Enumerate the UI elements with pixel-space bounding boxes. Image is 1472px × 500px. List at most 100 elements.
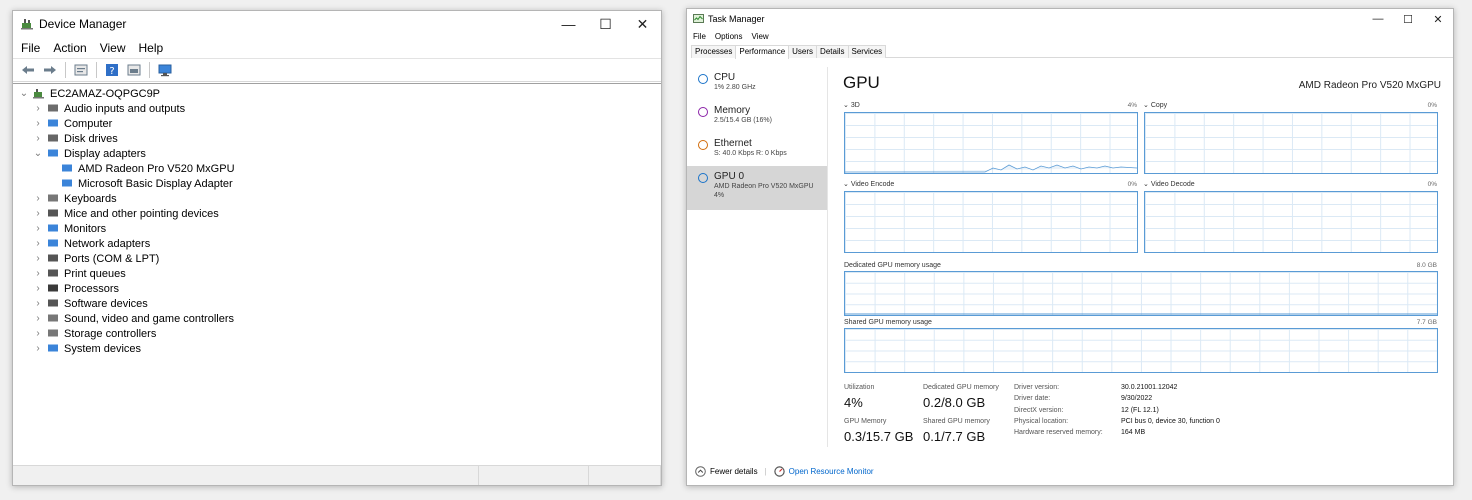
tree-device[interactable]: Microsoft Basic Display Adapter	[13, 176, 661, 191]
tree-category[interactable]: › Processors	[13, 281, 661, 296]
tm-minimize-button[interactable]: —	[1363, 9, 1393, 29]
graph-video-encode-label[interactable]: ⌄ Video Encode	[843, 180, 894, 188]
gpu-model-name: AMD Radeon Pro V520 MxGPU	[1298, 80, 1441, 91]
chevron-up-circle-icon[interactable]	[695, 465, 706, 477]
graph-copy-label[interactable]: ⌄ Copy	[1143, 101, 1167, 109]
chevron-right-icon[interactable]: ›	[33, 283, 43, 294]
sidebar-item-gpu0[interactable]: GPU 0 AMD Radeon Pro V520 MxGPU 4%	[687, 166, 827, 210]
tree-category-label: Software devices	[64, 297, 148, 310]
chevron-right-icon[interactable]: ›	[33, 133, 43, 144]
tm-menu-file[interactable]: File	[693, 32, 706, 41]
tree-category[interactable]: › System devices	[13, 341, 661, 356]
chevron-right-icon[interactable]: ›	[33, 328, 43, 339]
performance-sidebar: CPU 1% 2.80 GHz Memory 2.5/15.4 GB (16%)…	[687, 67, 828, 447]
tree-category[interactable]: › Print queues	[13, 266, 661, 281]
detail-value: 12 (FL 12.1)	[1121, 407, 1159, 414]
dm-close-button[interactable]: ✕	[624, 11, 661, 37]
dm-maximize-button[interactable]: ☐	[587, 11, 624, 37]
properties-icon[interactable]	[72, 61, 90, 79]
dm-menu-view[interactable]: View	[100, 41, 126, 55]
ethernet-indicator-icon	[698, 140, 708, 150]
tree-category-label: Display adapters	[64, 147, 146, 160]
chevron-right-icon[interactable]: ›	[33, 223, 43, 234]
chevron-right-icon[interactable]: ›	[33, 103, 43, 114]
tree-root[interactable]: ⌄ EC2AMAZ-OQPGC9P	[13, 86, 661, 101]
tree-category[interactable]: › Storage controllers	[13, 326, 661, 341]
graph-3d-label[interactable]: ⌄ 3D	[843, 101, 860, 109]
dedicated-memory-line	[845, 313, 1437, 315]
chevron-right-icon[interactable]: ›	[33, 298, 43, 309]
chevron-right-icon[interactable]: ›	[33, 208, 43, 219]
dm-minimize-button[interactable]: —	[550, 11, 587, 37]
tree-category[interactable]: › Network adapters	[13, 236, 661, 251]
toolbar-separator	[65, 62, 66, 78]
dm-titlebar[interactable]: Device Manager — ☐ ✕	[13, 11, 661, 37]
tree-device-label: Microsoft Basic Display Adapter	[78, 177, 233, 190]
chevron-right-icon[interactable]: ›	[33, 238, 43, 249]
chevron-right-icon[interactable]: ›	[33, 193, 43, 204]
dedicated-gpu-memory-label: Dedicated GPU memory	[923, 384, 999, 391]
back-icon[interactable]	[19, 61, 37, 79]
open-resource-monitor-link[interactable]: Open Resource Monitor	[789, 467, 874, 476]
tree-category[interactable]: › Software devices	[13, 296, 661, 311]
chevron-down-icon[interactable]: ⌄	[19, 88, 29, 99]
tm-menu-options[interactable]: Options	[715, 32, 743, 41]
detail-key: Physical location:	[1014, 418, 1069, 425]
tab-users[interactable]: Users	[788, 45, 818, 58]
detail-key: Driver version:	[1014, 384, 1060, 391]
tm-maximize-button[interactable]: ☐	[1393, 9, 1423, 29]
tab-performance[interactable]: Performance	[735, 45, 790, 59]
tab-processes[interactable]: Processes	[691, 45, 737, 58]
gpu-indicator-icon	[698, 173, 708, 183]
tree-category[interactable]: › Computer	[13, 116, 661, 131]
chevron-right-icon[interactable]: ›	[33, 343, 43, 354]
graph-video-encode	[844, 191, 1138, 253]
memory-indicator-icon	[698, 107, 708, 117]
dm-toolbar: ?	[13, 58, 661, 82]
utilization-label: Utilization	[844, 384, 875, 391]
tm-footer: Fewer details | Open Resource Monitor	[687, 457, 1453, 485]
chevron-right-icon[interactable]: ›	[33, 253, 43, 264]
tm-close-button[interactable]: ✕	[1423, 9, 1453, 29]
dm-menu-file[interactable]: File	[21, 41, 40, 55]
tree-category[interactable]: › Ports (COM & LPT)	[13, 251, 661, 266]
sidebar-item-name: GPU 0	[714, 171, 745, 182]
tree-device[interactable]: AMD Radeon Pro V520 MxGPU	[13, 161, 661, 176]
tab-services[interactable]: Services	[847, 45, 887, 58]
tm-titlebar[interactable]: Task Manager — ☐ ✕	[687, 9, 1453, 29]
status-pane	[479, 466, 589, 485]
tab-details[interactable]: Details	[816, 45, 849, 58]
dm-menu-help[interactable]: Help	[139, 41, 164, 55]
tree-category[interactable]: ⌄ Display adapters	[13, 146, 661, 161]
chevron-down-icon[interactable]: ⌄	[33, 148, 43, 159]
sidebar-item-ethernet[interactable]: Ethernet S: 40.0 Kbps R: 0 Kbps	[687, 133, 827, 166]
gpu-memory-label: GPU Memory	[844, 418, 887, 425]
graph-video-decode-label[interactable]: ⌄ Video Decode	[1143, 180, 1195, 188]
tree-category[interactable]: › Audio inputs and outputs	[13, 101, 661, 116]
graph-label-text: Copy	[1150, 102, 1168, 109]
monitor-icon[interactable]	[156, 61, 174, 79]
tree-category[interactable]: › Sound, video and game controllers	[13, 311, 661, 326]
sidebar-item-memory[interactable]: Memory 2.5/15.4 GB (16%)	[687, 100, 827, 133]
tree-category[interactable]: › Disk drives	[13, 131, 661, 146]
chevron-right-icon[interactable]: ›	[33, 313, 43, 324]
page-title: GPU	[843, 73, 880, 92]
keyboard-icon	[48, 194, 58, 202]
fewer-details-button[interactable]: Fewer details	[710, 467, 758, 476]
help-icon[interactable]: ?	[103, 61, 121, 79]
tree-category[interactable]: › Mice and other pointing devices	[13, 206, 661, 221]
sidebar-item-cpu[interactable]: CPU 1% 2.80 GHz	[687, 67, 827, 100]
disk-icon	[48, 134, 58, 142]
graph-3d-line	[845, 164, 1137, 173]
tree-category-label: Print queues	[64, 267, 126, 280]
chevron-right-icon[interactable]: ›	[33, 268, 43, 279]
chevron-right-icon[interactable]: ›	[33, 118, 43, 129]
dm-menu-action[interactable]: Action	[53, 41, 86, 55]
update-driver-icon[interactable]	[125, 61, 143, 79]
tm-menu-view[interactable]: View	[751, 32, 768, 41]
tree-category[interactable]: › Monitors	[13, 221, 661, 236]
detail-value: PCI bus 0, device 30, function 0	[1121, 418, 1220, 425]
tree-category[interactable]: › Keyboards	[13, 191, 661, 206]
forward-icon[interactable]	[41, 61, 59, 79]
tree-device-label: AMD Radeon Pro V520 MxGPU	[78, 162, 235, 175]
